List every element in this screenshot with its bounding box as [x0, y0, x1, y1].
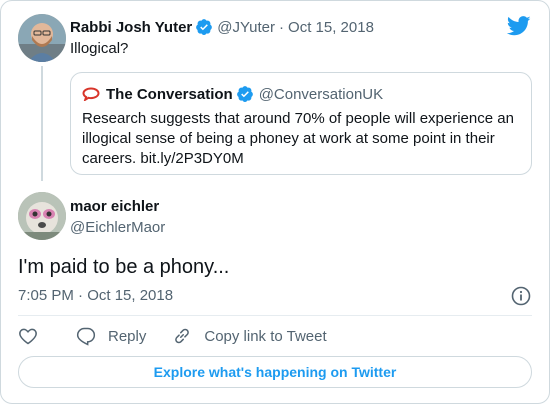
- info-icon[interactable]: [511, 286, 531, 306]
- copy-link-label: Copy link to Tweet: [204, 327, 327, 345]
- parent-tweet-text: Illogical?: [70, 40, 129, 57]
- copy-link-button[interactable]: Copy link to Tweet: [172, 326, 327, 346]
- verified-badge-icon: [236, 86, 253, 103]
- thread-line: [41, 66, 43, 181]
- parent-date[interactable]: Oct 15, 2018: [288, 19, 374, 36]
- verified-badge-icon: [196, 19, 213, 36]
- parent-header: Rabbi Josh Yuter @JYuter · Oct 15, 2018: [70, 18, 374, 36]
- tweet-timestamp[interactable]: 7:05 PM · Oct 15, 2018: [18, 287, 173, 304]
- quoted-tweet-text: Research suggests that around 70% of peo…: [82, 110, 514, 167]
- heart-icon: [19, 328, 37, 345]
- quoted-author-name: The Conversation: [106, 85, 233, 103]
- reply-button[interactable]: Reply: [76, 326, 146, 346]
- main-avatar[interactable]: [18, 192, 66, 240]
- reply-label: Reply: [108, 327, 147, 345]
- main-tweet-text: I'm paid to be a phony...: [18, 256, 230, 278]
- tweet-embed-card: Rabbi Josh Yuter @JYuter · Oct 15, 2018 …: [0, 0, 550, 404]
- quoted-handle: @ConversationUK: [258, 85, 384, 103]
- avatar-photo: [18, 14, 66, 62]
- main-author-name[interactable]: maor eichler: [70, 198, 159, 215]
- main-handle[interactable]: @EichlerMaor: [70, 219, 165, 236]
- quoted-header: The Conversation @ConversationUK: [82, 85, 383, 103]
- twitter-bird-icon[interactable]: [507, 16, 531, 36]
- divider: [18, 315, 532, 316]
- parent-separator: ·: [279, 18, 285, 36]
- explore-button[interactable]: Explore what's happening on Twitter: [18, 356, 532, 388]
- reply-icon: [76, 327, 96, 346]
- quoted-tweet[interactable]: The Conversation @ConversationUK Researc…: [70, 72, 532, 175]
- link-icon: [175, 328, 190, 344]
- avatar-photo: [18, 192, 66, 240]
- parent-handle[interactable]: @JYuter: [217, 19, 275, 36]
- speech-bubble-icon: [82, 87, 100, 101]
- parent-author-name[interactable]: Rabbi Josh Yuter: [70, 19, 192, 36]
- action-bar: Reply Copy link to Tweet: [18, 325, 353, 347]
- like-button[interactable]: [18, 326, 50, 346]
- parent-avatar[interactable]: [18, 14, 66, 62]
